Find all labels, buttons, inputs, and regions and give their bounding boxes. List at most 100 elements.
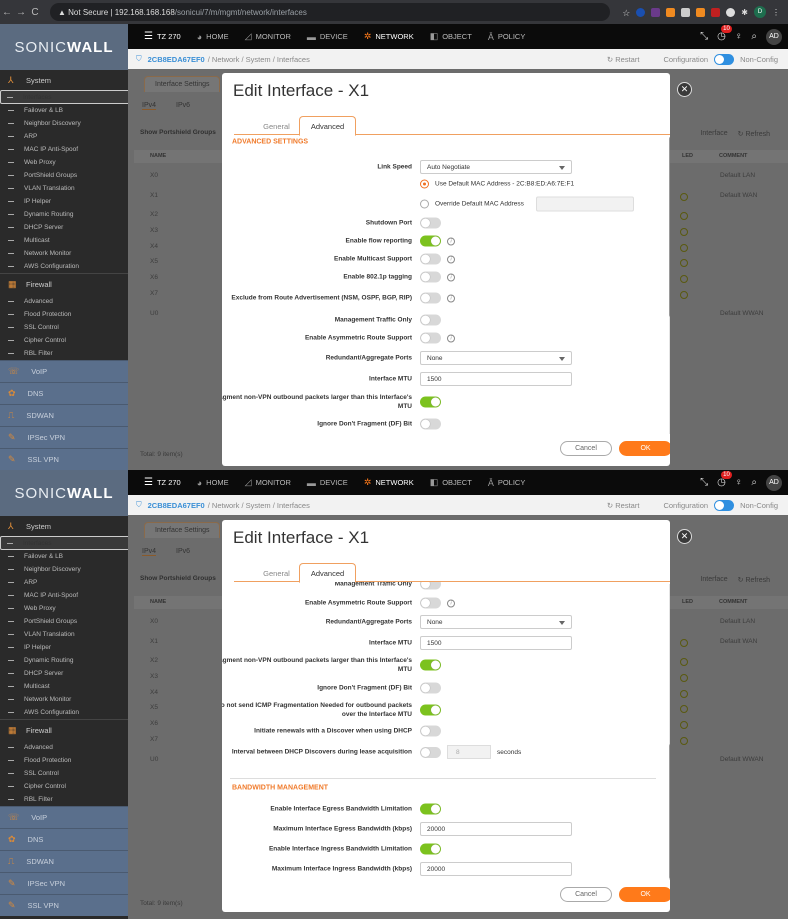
sidebar-group[interactable]: ☏ VoIP	[0, 360, 128, 382]
back-icon[interactable]: ←	[0, 7, 14, 18]
toggle-switch[interactable]	[420, 582, 441, 590]
sidebar-item[interactable]: RBL Filter	[0, 793, 128, 806]
extension-icon[interactable]	[636, 7, 646, 17]
sidebar-section-system[interactable]: ⅄ System	[0, 516, 128, 536]
nav-object[interactable]: ◧ OBJECT	[430, 31, 472, 42]
star-icon[interactable]: ☆	[622, 8, 630, 18]
nav-monitor[interactable]: ◿ MONITOR	[245, 31, 291, 42]
toggle-switch[interactable]	[420, 271, 441, 283]
extension-icon[interactable]	[681, 7, 691, 17]
sidebar-item[interactable]: Advanced	[0, 741, 128, 754]
nav-home[interactable]: ◕ HOME	[197, 477, 229, 488]
sidebar-item[interactable]: AWS Configuration	[0, 706, 128, 719]
sidebar-item[interactable]: Flood Protection	[0, 754, 128, 767]
sidebar-section-firewall[interactable]: ▦ Firewall	[0, 719, 128, 741]
toggle-switch[interactable]	[420, 396, 441, 408]
sidebar-group[interactable]: ⎍ SDWAN	[0, 404, 128, 426]
cancel-button[interactable]: Cancel	[560, 887, 612, 902]
sidebar-item[interactable]: Web Proxy	[0, 156, 128, 169]
ok-button[interactable]: OK	[619, 887, 670, 902]
text-input[interactable]: 20000	[420, 822, 572, 836]
ok-button[interactable]: OK	[619, 441, 670, 456]
sonicwall-logo[interactable]: SONIC WALL	[0, 470, 128, 516]
puzzle-icon[interactable]: ✱	[741, 8, 748, 17]
tab-ipv4[interactable]: IPv4	[142, 548, 157, 556]
sonicwall-logo[interactable]: SONIC WALL	[0, 24, 128, 70]
toggle-switch[interactable]	[420, 332, 441, 344]
toggle-switch[interactable]	[420, 217, 441, 229]
interval-input[interactable]: 8	[447, 745, 491, 759]
device-serial-link[interactable]: 2CB8EDA67EF0	[148, 55, 205, 64]
toggle-switch[interactable]	[420, 843, 441, 855]
search-icon[interactable]: ⌕	[751, 31, 757, 42]
sidebar-group[interactable]: ⎍ SDWAN	[0, 850, 128, 872]
toggle-switch[interactable]	[420, 746, 441, 758]
nav-home[interactable]: ◕ HOME	[197, 31, 229, 42]
text-input[interactable]: 1500	[420, 636, 572, 650]
sidebar-group[interactable]: ✎ IPSec VPN	[0, 426, 128, 448]
restart-button[interactable]: ↻ Restart	[607, 501, 640, 510]
scrollbar-thumb[interactable]	[669, 137, 670, 317]
dropdown-select[interactable]: None	[420, 351, 572, 365]
sidebar-item[interactable]: Failover & LB	[0, 550, 128, 563]
show-portshield-groups[interactable]: Show Portshield Groups	[140, 129, 216, 136]
close-modal-button[interactable]: ✕	[677, 82, 692, 97]
tab-interface-settings[interactable]: Interface Settings	[144, 522, 221, 538]
sidebar-group[interactable]: ☏ VoIP	[0, 806, 128, 828]
notifications-icon[interactable]: ◷ 10	[717, 471, 732, 488]
sidebar-item[interactable]: Neighbor Discovery	[0, 563, 128, 576]
dropdown-select[interactable]: Auto Negotiate	[420, 160, 572, 174]
mac-address-input[interactable]	[535, 196, 634, 212]
extension-icon[interactable]	[711, 7, 721, 17]
toggle-switch[interactable]	[420, 682, 441, 694]
config-mode-toggle[interactable]	[714, 499, 735, 511]
sidebar-section-system[interactable]: ⅄ System	[0, 70, 128, 90]
info-icon[interactable]: i	[447, 294, 455, 302]
nav-monitor[interactable]: ◿ MONITOR	[245, 477, 291, 488]
user-avatar[interactable]: AD	[766, 28, 782, 45]
sidebar-item[interactable]: Failover & LB	[0, 104, 128, 117]
profile-avatar[interactable]: D	[754, 6, 766, 18]
sidebar-item[interactable]: Flood Protection	[0, 308, 128, 321]
extension-icon[interactable]	[696, 7, 706, 17]
radio-button[interactable]	[420, 179, 429, 189]
sidebar-item[interactable]: Cipher Control	[0, 780, 128, 793]
info-icon[interactable]: i	[447, 334, 455, 342]
sidebar-item[interactable]: Multicast	[0, 680, 128, 693]
sidebar-item[interactable]: DHCP Server	[0, 667, 128, 680]
sidebar-item[interactable]: Web Proxy	[0, 602, 128, 615]
sidebar-item[interactable]: Neighbor Discovery	[0, 117, 128, 130]
sidebar-group[interactable]: ✎ SSL VPN	[0, 894, 128, 916]
sidebar-item[interactable]: PortShield Groups	[0, 169, 128, 182]
device-menu[interactable]: ☰ TZ 270	[144, 31, 181, 42]
sidebar-item[interactable]: PortShield Groups	[0, 615, 128, 628]
device-serial-link[interactable]: 2CB8EDA67EF0	[148, 501, 205, 510]
config-mode-toggle[interactable]	[714, 53, 735, 65]
add-interface-button[interactable]: Interface	[700, 130, 727, 138]
sidebar-item[interactable]: Network Monitor	[0, 247, 128, 260]
notifications-icon[interactable]: ◷ 10	[717, 25, 732, 42]
toggle-switch[interactable]	[420, 659, 441, 671]
sidebar-item[interactable]: IP Helper	[0, 195, 128, 208]
close-modal-button[interactable]: ✕	[677, 529, 692, 544]
menu-icon[interactable]: ⋮	[772, 8, 780, 17]
nav-policy[interactable]: Ā POLICY	[488, 31, 526, 42]
sidebar-item[interactable]: SSL Control	[0, 321, 128, 334]
tab-interface-settings[interactable]: Interface Settings	[144, 76, 221, 92]
text-input[interactable]: 1500	[420, 372, 572, 386]
tab-advanced[interactable]: Advanced	[299, 116, 356, 136]
tab-general[interactable]: General	[254, 116, 299, 136]
sidebar-item[interactable]: ARP	[0, 576, 128, 589]
toggle-switch[interactable]	[420, 704, 441, 716]
sidebar-item[interactable]: Advanced	[0, 295, 128, 308]
reload-icon[interactable]: C	[28, 7, 42, 18]
address-bar[interactable]: ▲ Not Secure | 192.168.168.168/sonicui/7…	[50, 3, 610, 21]
sidebar-item[interactable]: MAC IP Anti-Spoof	[0, 589, 128, 602]
nav-network[interactable]: ✲ NETWORK	[364, 31, 414, 42]
lightbulb-icon[interactable]: ♀	[735, 31, 743, 42]
toggle-switch[interactable]	[420, 597, 441, 609]
sidebar-item[interactable]: VLAN Translation	[0, 628, 128, 641]
toggle-switch[interactable]	[420, 418, 441, 430]
search-icon[interactable]: ⌕	[751, 477, 757, 488]
nav-device[interactable]: ▬ DEVICE	[307, 31, 348, 42]
